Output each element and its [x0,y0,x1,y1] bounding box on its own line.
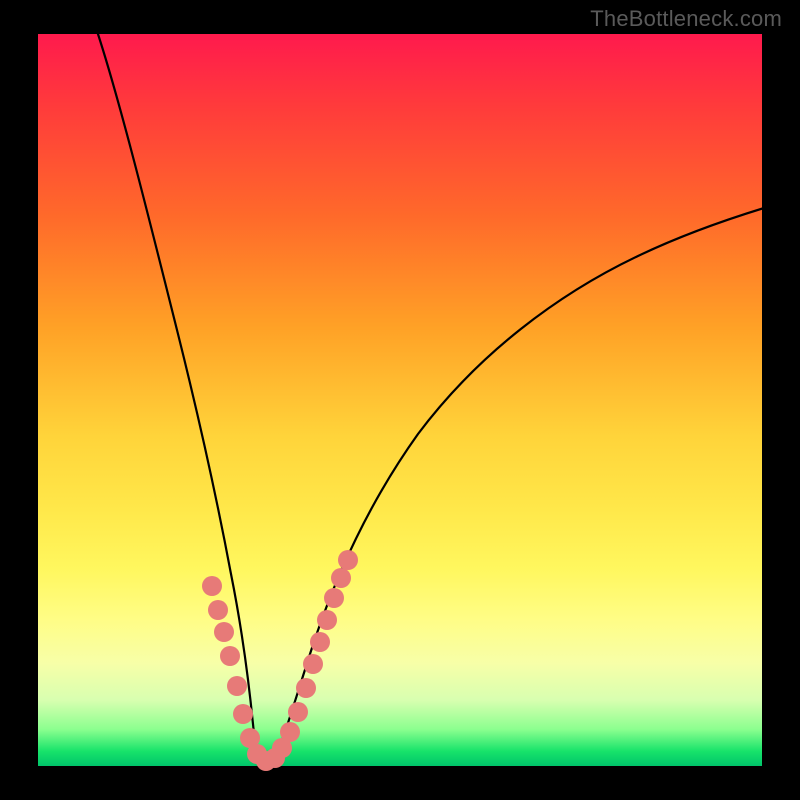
watermark-text: TheBottleneck.com [590,6,782,32]
curve-right-branch [274,208,764,761]
chart-frame: TheBottleneck.com [0,0,800,800]
bottleneck-curve [38,34,762,766]
plot-area [38,34,762,766]
highlight-beads [202,550,358,771]
